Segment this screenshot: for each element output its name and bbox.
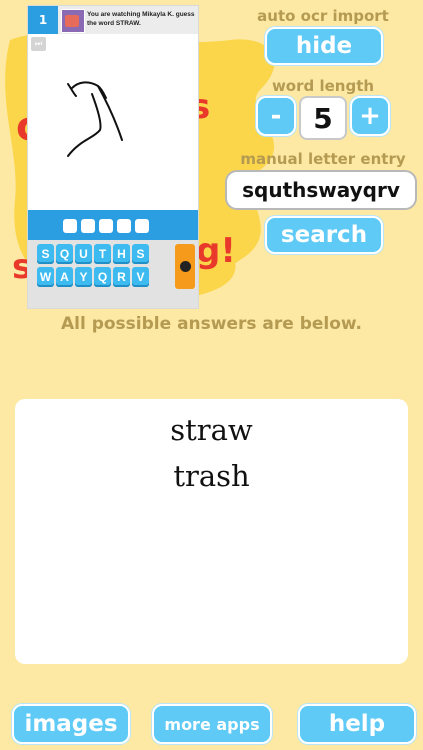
letter-blank [135,219,149,233]
search-button[interactable]: search [265,216,383,254]
letter-key: R [113,267,130,287]
screenshot-preview: 1 You are watching Mikayla K. guess the … [28,6,198,308]
sketch-drawing [67,81,123,157]
player-avatar [61,9,85,33]
decrement-button[interactable]: - [256,96,296,136]
letter-key: W [37,267,54,287]
increment-button[interactable]: + [350,96,390,136]
images-button[interactable]: images [12,704,130,744]
ocr-label: auto ocr import [257,7,389,25]
skip-icon: ⏭ [31,37,46,51]
letter-key: Q [94,267,111,287]
screenshot-header: 1 You are watching Mikayla K. guess the … [28,6,198,34]
letter-key: A [56,267,73,287]
letter-blank [63,219,77,233]
letter-key: T [94,244,111,264]
letter-key: Q [56,244,73,264]
letter-key: V [132,267,149,287]
answer-blanks [28,210,198,240]
word-length-value: 5 [299,96,347,140]
letter-tray: S Q U T H S W A Y Q R V [28,240,198,308]
word-length-label: word length [271,77,375,95]
letter-key: Y [75,267,92,287]
results-info: All possible answers are below. [60,314,363,334]
letter-blank [117,219,131,233]
round-badge: 1 [28,6,58,34]
letter-entry-label: manual letter entry [240,150,406,168]
letter-key: S [132,244,149,264]
answer-item: trash [173,459,250,493]
bomb-icon [175,244,195,289]
letter-blank [81,219,95,233]
answers-panel: straw trash [15,399,408,664]
letter-key: S [37,244,54,264]
hide-button[interactable]: hide [265,27,383,65]
splash-letter: g! [196,231,236,271]
watching-notice: You are watching Mikayla K. guess the wo… [87,11,195,27]
letter-key: H [113,244,130,264]
letter-entry-field[interactable]: squthswayqrv [225,170,417,210]
more-apps-button[interactable]: more apps [152,704,272,744]
letter-key: U [75,244,92,264]
help-button[interactable]: help [298,704,416,744]
letter-blank [99,219,113,233]
answer-item: straw [170,413,253,447]
